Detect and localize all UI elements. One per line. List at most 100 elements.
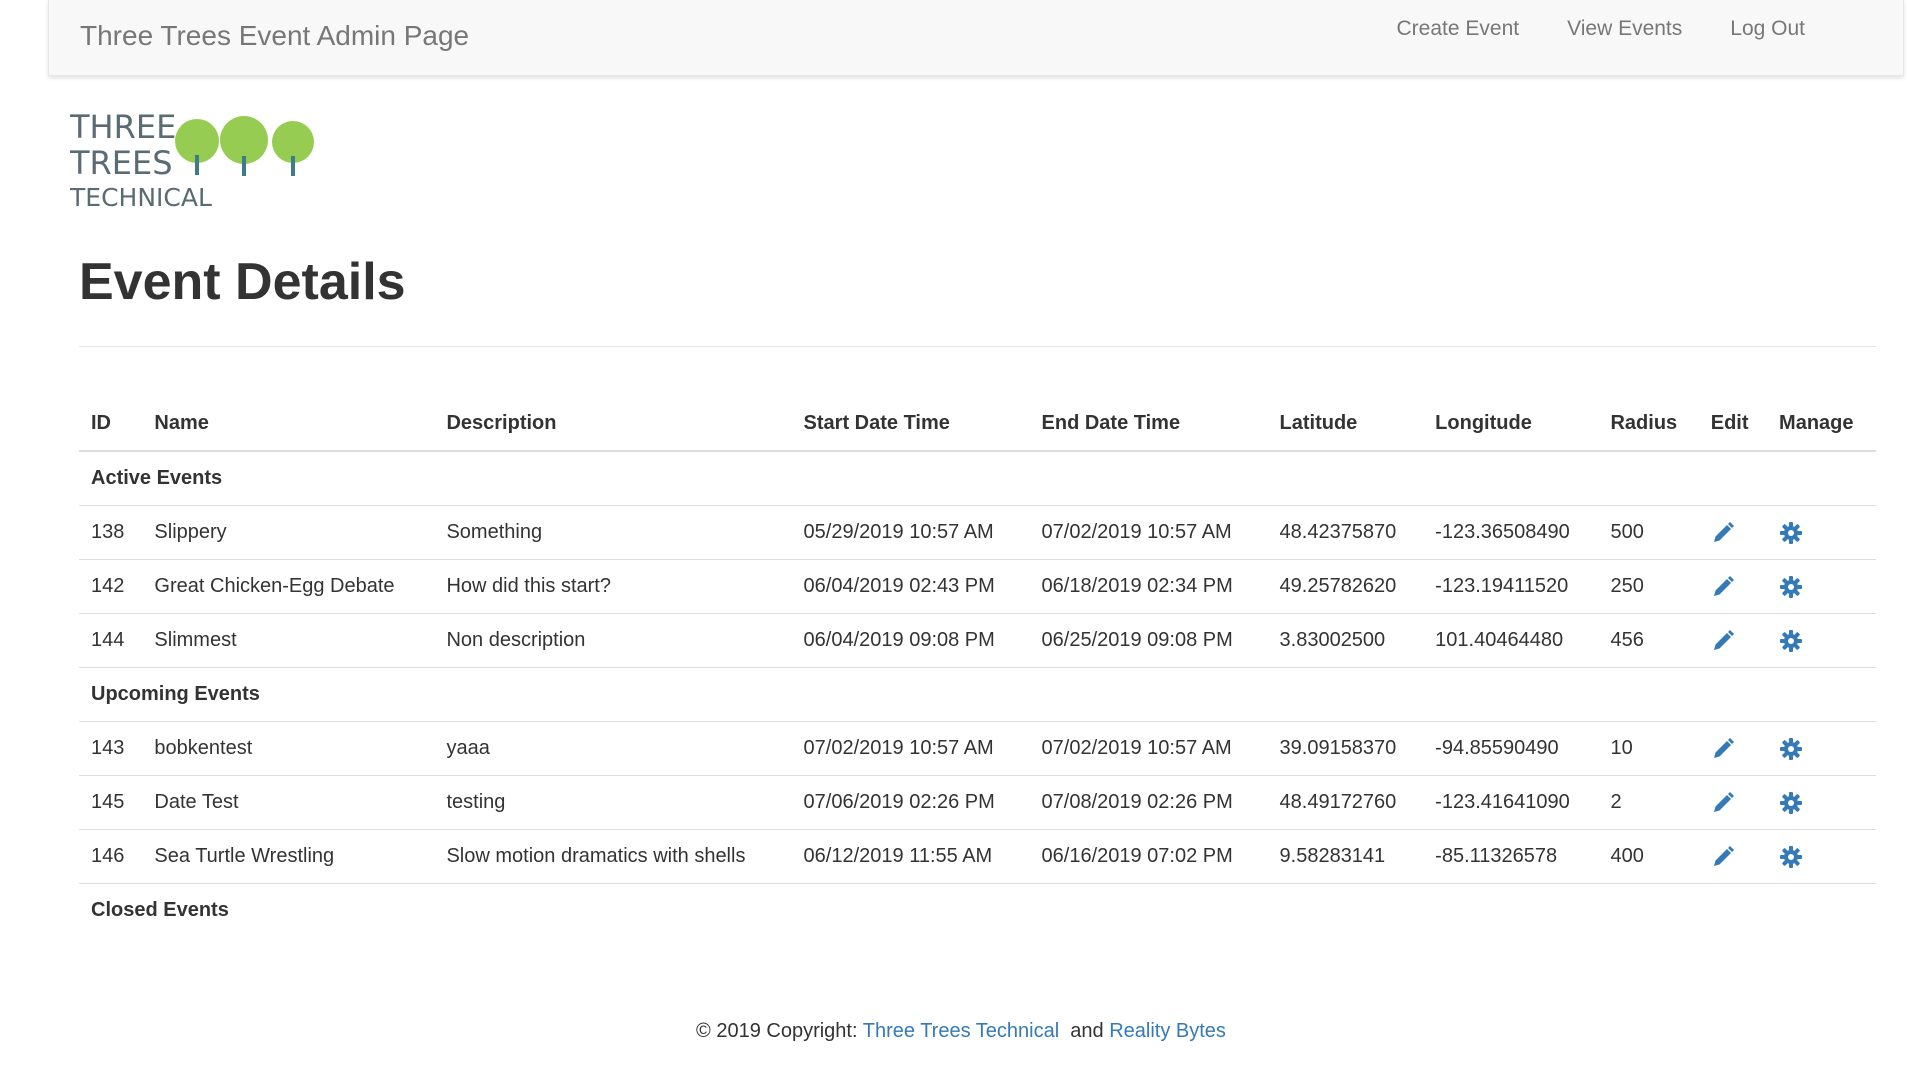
cell-end: 06/18/2019 02:34 PM bbox=[1029, 559, 1268, 614]
cell-longitude: -123.36508490 bbox=[1423, 505, 1599, 560]
footer-link-three-trees[interactable]: Three Trees Technical bbox=[863, 1020, 1059, 1042]
cell-end: 06/16/2019 07:02 PM bbox=[1029, 829, 1268, 884]
gear-icon[interactable] bbox=[1779, 791, 1803, 815]
footer-copyright: © 2019 Copyright: bbox=[696, 1020, 858, 1042]
logo-line-2: TREES bbox=[70, 144, 173, 182]
cell-latitude: 48.49172760 bbox=[1267, 775, 1424, 830]
cell-description: yaaa bbox=[434, 721, 792, 776]
gear-icon[interactable] bbox=[1779, 737, 1803, 761]
footer-link-reality-bytes[interactable]: Reality Bytes bbox=[1109, 1020, 1226, 1042]
col-end: End Date Time bbox=[1029, 396, 1268, 452]
cell-description: Non description bbox=[434, 613, 792, 668]
cell-latitude: 3.83002500 bbox=[1267, 613, 1424, 668]
nav-log-out[interactable]: Log Out bbox=[1730, 17, 1805, 41]
group-label: Upcoming Events bbox=[79, 667, 1876, 722]
cell-end: 06/25/2019 09:08 PM bbox=[1029, 613, 1268, 668]
cell-longitude: 101.40464480 bbox=[1423, 613, 1599, 668]
cell-radius: 456 bbox=[1598, 613, 1699, 668]
group-row-closed: Closed Events bbox=[79, 883, 1876, 937]
cell-description: Something bbox=[434, 505, 792, 560]
gear-icon[interactable] bbox=[1779, 575, 1803, 599]
cell-longitude: -85.11326578 bbox=[1423, 829, 1599, 884]
logo-line-1: THREE bbox=[70, 108, 176, 146]
cell-id: 138 bbox=[79, 505, 143, 560]
group-label: Closed Events bbox=[79, 883, 1876, 937]
cell-longitude: -123.41641090 bbox=[1423, 775, 1599, 830]
cell-start: 07/06/2019 02:26 PM bbox=[791, 775, 1030, 830]
group-label: Active Events bbox=[91, 467, 223, 489]
table-row: 138 Slippery Something 05/29/2019 10:57 … bbox=[79, 505, 1876, 560]
col-radius: Radius bbox=[1598, 396, 1699, 452]
company-logo: THREE TREES TECHNICAL bbox=[70, 108, 314, 212]
cell-start: 07/02/2019 10:57 AM bbox=[791, 721, 1030, 776]
cell-id: 145 bbox=[79, 775, 143, 830]
footer-and: and bbox=[1070, 1020, 1104, 1042]
cell-name: Slippery bbox=[142, 505, 435, 560]
cell-radius: 250 bbox=[1598, 559, 1699, 614]
cell-name: Slimmest bbox=[142, 613, 435, 668]
col-edit: Edit bbox=[1698, 396, 1768, 452]
cell-manage bbox=[1767, 505, 1876, 560]
gear-icon[interactable] bbox=[1779, 521, 1803, 545]
table-row: 146 Sea Turtle Wrestling Slow motion dra… bbox=[79, 829, 1876, 884]
col-description: Description bbox=[434, 396, 792, 452]
cell-manage bbox=[1767, 613, 1876, 668]
cell-id: 142 bbox=[79, 559, 143, 614]
cell-start: 06/04/2019 02:43 PM bbox=[791, 559, 1030, 614]
cell-name: Date Test bbox=[142, 775, 435, 830]
cell-manage bbox=[1767, 829, 1876, 884]
cell-edit bbox=[1698, 559, 1768, 614]
pencil-icon[interactable] bbox=[1711, 737, 1735, 761]
title-divider bbox=[79, 346, 1876, 347]
table-header: ID Name Description Start Date Time End … bbox=[79, 396, 1876, 452]
gear-icon[interactable] bbox=[1779, 629, 1803, 653]
nav-create-event[interactable]: Create Event bbox=[1397, 17, 1520, 41]
cell-edit bbox=[1698, 505, 1768, 560]
table-row: 145 Date Test testing 07/06/2019 02:26 P… bbox=[79, 775, 1876, 830]
cell-radius: 400 bbox=[1598, 829, 1699, 884]
cell-name: Sea Turtle Wrestling bbox=[142, 829, 435, 884]
pencil-icon[interactable] bbox=[1711, 629, 1735, 653]
col-start: Start Date Time bbox=[791, 396, 1030, 452]
cell-edit bbox=[1698, 775, 1768, 830]
cell-id: 146 bbox=[79, 829, 143, 884]
cell-end: 07/08/2019 02:26 PM bbox=[1029, 775, 1268, 830]
page-title: Event Details bbox=[79, 253, 406, 311]
cell-longitude: -94.85590490 bbox=[1423, 721, 1599, 776]
tree-icon bbox=[272, 121, 314, 176]
pencil-icon[interactable] bbox=[1711, 845, 1735, 869]
cell-manage bbox=[1767, 775, 1876, 830]
pencil-icon[interactable] bbox=[1711, 575, 1735, 599]
tree-icon bbox=[220, 116, 268, 176]
gear-icon[interactable] bbox=[1779, 845, 1803, 869]
cell-id: 143 bbox=[79, 721, 143, 776]
cell-end: 07/02/2019 10:57 AM bbox=[1029, 721, 1268, 776]
cell-manage bbox=[1767, 559, 1876, 614]
events-table: ID Name Description Start Date Time End … bbox=[79, 396, 1876, 937]
col-name: Name bbox=[142, 396, 435, 452]
cell-latitude: 49.25782620 bbox=[1267, 559, 1424, 614]
header-row: ID Name Description Start Date Time End … bbox=[79, 396, 1876, 452]
table-row: 143 bobkentest yaaa 07/02/2019 10:57 AM … bbox=[79, 721, 1876, 776]
nav-view-events[interactable]: View Events bbox=[1567, 17, 1682, 41]
cell-edit bbox=[1698, 721, 1768, 776]
cell-start: 06/12/2019 11:55 AM bbox=[791, 829, 1030, 884]
cell-end: 07/02/2019 10:57 AM bbox=[1029, 505, 1268, 560]
cell-edit bbox=[1698, 613, 1768, 668]
tree-icon bbox=[175, 119, 219, 175]
navbar: Three Trees Event Admin Page Create Even… bbox=[48, 0, 1904, 76]
cell-description: Slow motion dramatics with shells bbox=[434, 829, 792, 884]
cell-radius: 2 bbox=[1598, 775, 1699, 830]
cell-latitude: 48.42375870 bbox=[1267, 505, 1424, 560]
cell-radius: 500 bbox=[1598, 505, 1699, 560]
col-id: ID bbox=[79, 396, 143, 452]
pencil-icon[interactable] bbox=[1711, 521, 1735, 545]
cell-longitude: -123.19411520 bbox=[1423, 559, 1599, 614]
pencil-icon[interactable] bbox=[1711, 791, 1735, 815]
group-row-upcoming: Upcoming Events bbox=[79, 667, 1876, 722]
cell-edit bbox=[1698, 829, 1768, 884]
cell-name: bobkentest bbox=[142, 721, 435, 776]
cell-name: Great Chicken-Egg Debate bbox=[142, 559, 435, 614]
navbar-brand[interactable]: Three Trees Event Admin Page bbox=[80, 20, 469, 52]
logo-line-3: TECHNICAL bbox=[70, 183, 212, 212]
